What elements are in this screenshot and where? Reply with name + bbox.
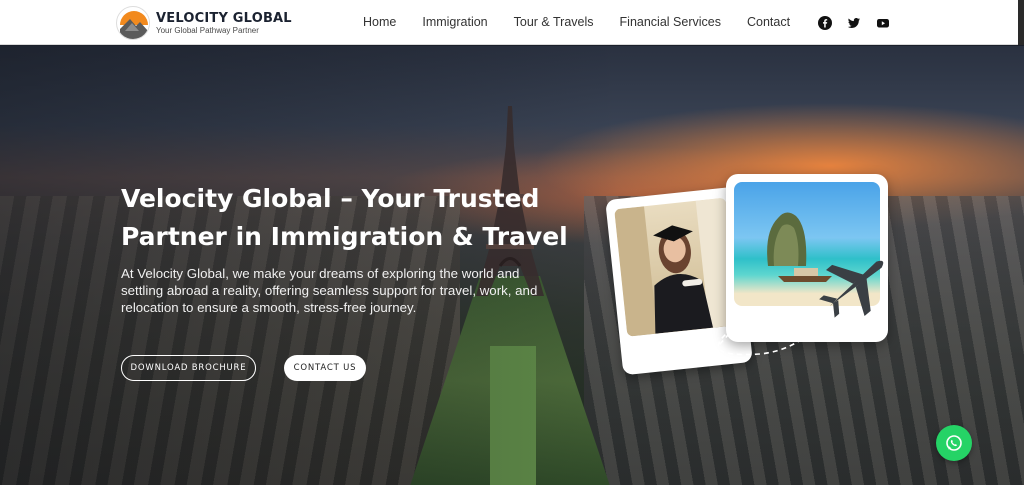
logo-icon bbox=[116, 6, 150, 40]
whatsapp-icon bbox=[946, 435, 962, 451]
main-nav: Home Immigration Tour & Travels Financia… bbox=[363, 15, 816, 29]
brand-name: VELOCITY GLOBAL bbox=[156, 10, 292, 26]
contact-us-button[interactable]: CONTACT US bbox=[284, 355, 366, 381]
brand-tagline: Your Global Pathway Partner bbox=[156, 25, 259, 35]
whatsapp-chat-button[interactable] bbox=[936, 425, 972, 461]
nav-financial-services[interactable]: Financial Services bbox=[620, 15, 721, 29]
twitter-icon[interactable] bbox=[847, 16, 861, 30]
hero-description: At Velocity Global, we make your dreams … bbox=[121, 266, 538, 315]
brand-logo[interactable]: VELOCITY GLOBAL Your Global Pathway Part… bbox=[116, 6, 292, 40]
hero-section: Velocity Global – Your Trusted Partner i… bbox=[0, 46, 1024, 485]
nav-home[interactable]: Home bbox=[363, 15, 396, 29]
nav-contact[interactable]: Contact bbox=[747, 15, 790, 29]
airplane-icon bbox=[635, 260, 884, 365]
nav-immigration[interactable]: Immigration bbox=[422, 15, 487, 29]
hero-title: Velocity Global – Your Trusted Partner i… bbox=[121, 184, 568, 251]
site-header: VELOCITY GLOBAL Your Global Pathway Part… bbox=[0, 0, 1024, 45]
facebook-icon[interactable] bbox=[818, 16, 832, 30]
header-edge bbox=[1018, 0, 1024, 45]
nav-tour-travels[interactable]: Tour & Travels bbox=[514, 15, 594, 29]
download-brochure-button[interactable]: DOWNLOAD BROCHURE bbox=[121, 355, 256, 381]
youtube-icon[interactable] bbox=[876, 16, 890, 30]
social-links bbox=[818, 16, 890, 30]
